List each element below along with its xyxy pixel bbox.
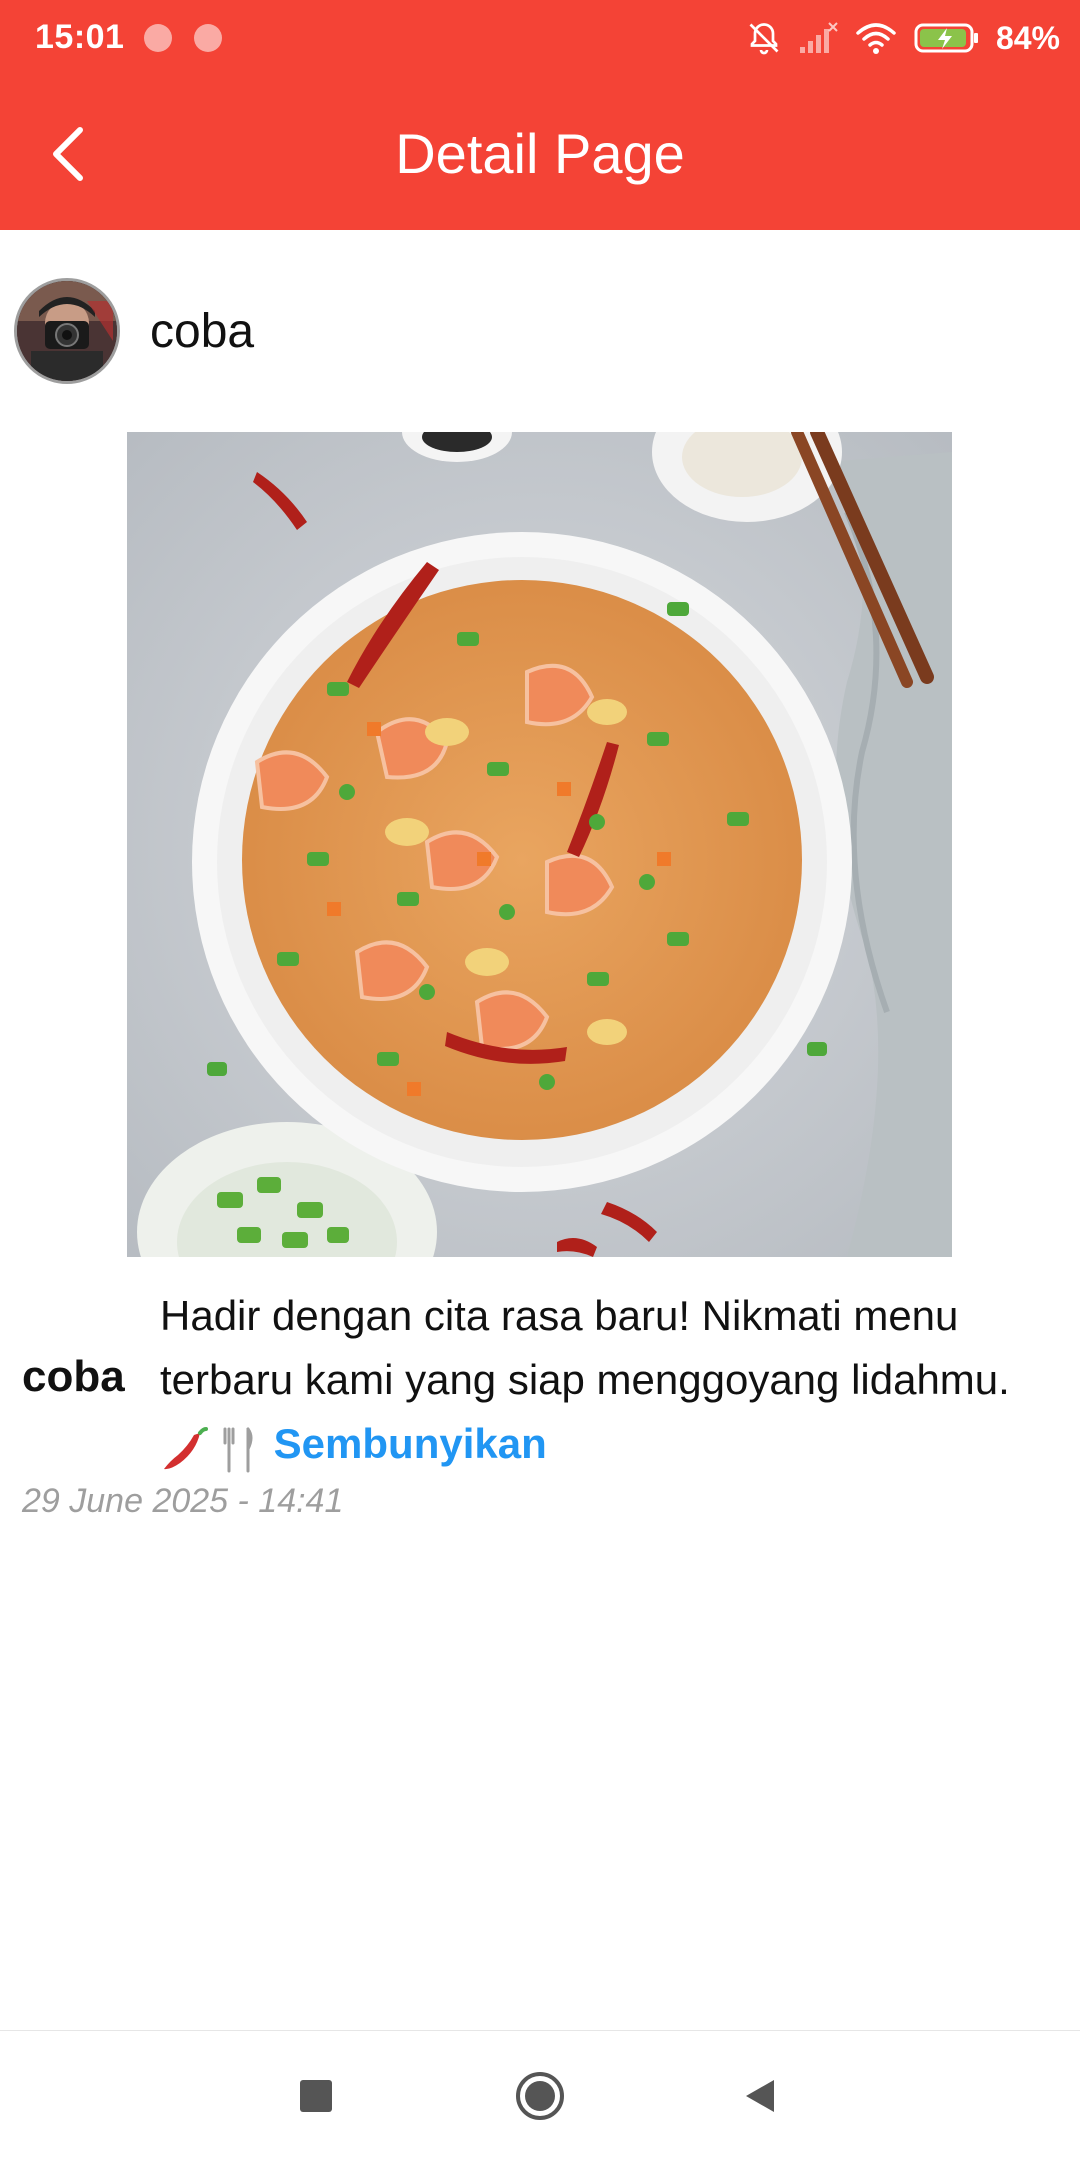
caption-line-3: Sembunyikan bbox=[160, 1412, 1065, 1479]
bell-off-icon bbox=[746, 20, 782, 56]
hide-caption-link[interactable]: Sembunyikan bbox=[274, 1420, 547, 1467]
home-icon bbox=[516, 2072, 564, 2120]
system-nav-bar bbox=[0, 2030, 1080, 2160]
caption-line: terbaru kami yang siap menggoyang lidahm… bbox=[160, 1356, 1010, 1403]
home-button[interactable] bbox=[505, 2061, 575, 2131]
app-bar: Detail Page bbox=[0, 76, 1080, 230]
author-name[interactable]: coba bbox=[150, 304, 254, 359]
fork-knife-icon bbox=[222, 1423, 256, 1473]
post-image bbox=[127, 432, 952, 1257]
status-icons: 84% bbox=[746, 14, 1060, 62]
battery-charging-icon bbox=[914, 21, 980, 55]
avatar[interactable] bbox=[14, 278, 120, 384]
recent-apps-icon bbox=[300, 2080, 332, 2112]
caption-emoji bbox=[160, 1415, 256, 1479]
back-nav-button[interactable] bbox=[725, 2061, 795, 2131]
signal-icon bbox=[798, 21, 838, 55]
notification-dot-icon bbox=[144, 24, 172, 52]
back-icon bbox=[746, 2080, 774, 2112]
status-time: 15:01 bbox=[35, 18, 125, 56]
wifi-icon bbox=[854, 21, 898, 55]
battery-percent: 84% bbox=[995, 19, 1060, 56]
notification-dot-icon bbox=[194, 24, 222, 52]
caption-author[interactable]: coba bbox=[22, 1352, 125, 1402]
caption-text: Hadir dengan cita rasa baru! Nikmati men… bbox=[160, 1284, 1065, 1479]
chili-pepper-icon bbox=[160, 1423, 222, 1470]
screen: 15:01 84% Detail Page coba coba Hadir de… bbox=[0, 0, 1080, 2160]
caption-line: Hadir dengan cita rasa baru! Nikmati men… bbox=[160, 1292, 959, 1339]
recent-apps-button[interactable] bbox=[281, 2061, 351, 2131]
page-title: Detail Page bbox=[395, 122, 685, 185]
author-header[interactable]: coba bbox=[0, 276, 1080, 388]
post-date: 29 June 2025 - 14:41 bbox=[22, 1482, 344, 1520]
status-bar: 15:01 84% bbox=[0, 0, 1080, 76]
